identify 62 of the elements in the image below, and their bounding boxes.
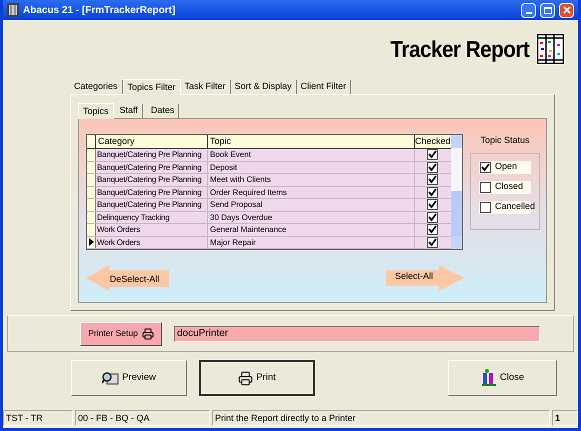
table-cell: Book Event	[208, 149, 415, 160]
current-row-icon	[88, 238, 94, 246]
checkbox[interactable]	[480, 182, 491, 192]
table-cell: 30 Days Overdue	[208, 212, 415, 223]
checkbox-label: Closed	[495, 180, 524, 194]
row-selector[interactable]	[87, 236, 96, 248]
maximize-button[interactable]	[540, 2, 555, 18]
column-header: Category	[96, 135, 208, 148]
table-cell: Major Repair	[208, 236, 415, 248]
checkbox[interactable]	[427, 199, 438, 210]
checkbox[interactable]	[427, 236, 438, 248]
table-cell: Work Orders	[96, 236, 208, 248]
table-cell: Work Orders	[96, 224, 208, 236]
table-cell: General Maintenance	[208, 224, 415, 236]
checkbox-label: Cancelled	[495, 200, 536, 214]
tab[interactable]: Topics Filter	[122, 79, 181, 95]
preview-button[interactable]: Preview	[71, 360, 187, 396]
table-cell: Banquet/Catering Pre Planning	[96, 199, 208, 210]
app-icon	[7, 3, 19, 17]
checkbox[interactable]	[427, 212, 438, 223]
table-cell: Deposit	[208, 162, 415, 173]
printer-icon	[238, 370, 254, 386]
table-cell: Delinquency Tracking	[96, 212, 208, 223]
close-button[interactable]	[559, 2, 574, 18]
printer-icon	[142, 328, 154, 340]
checkbox[interactable]	[427, 224, 438, 236]
checkbox[interactable]	[480, 202, 491, 212]
printer-field[interactable]: docuPrinter	[174, 326, 540, 342]
close-window-button[interactable]: Close	[448, 360, 557, 396]
checkbox[interactable]	[427, 149, 438, 160]
checkbox[interactable]	[427, 162, 438, 173]
table-cell: Banquet/Catering Pre Planning	[96, 149, 208, 160]
status-bar-field: 1	[552, 410, 578, 426]
print-button[interactable]: Print	[199, 360, 315, 396]
table-cell: Banquet/Catering Pre Planning	[96, 162, 208, 173]
abacus-logo	[537, 34, 564, 64]
select-all-button[interactable]: Select-All	[386, 265, 464, 291]
checkbox-label: Open	[495, 160, 518, 174]
minimize-button[interactable]	[521, 2, 536, 18]
report-title: Tracker Report	[390, 34, 529, 64]
checkbox[interactable]	[480, 162, 491, 172]
column-header: Checked	[415, 135, 451, 148]
table-cell: Banquet/Catering Pre Planning	[96, 186, 208, 198]
printer-setup-button[interactable]: Printer Setup	[80, 322, 162, 346]
status-bar-field: 00 - FB - BQ - QA	[75, 410, 210, 426]
table-cell: Send Proposal	[208, 199, 415, 210]
close-icon	[562, 6, 570, 14]
tab[interactable]: Topics	[78, 103, 114, 119]
table-cell: Meet with Clients	[208, 174, 415, 186]
window-title: Abacus 21 - [FrmTrackerReport]	[23, 4, 176, 18]
status-bar-field: Print the Report directly to a Printer	[212, 410, 550, 426]
deselect-all-button[interactable]: DeSelect-All	[86, 265, 169, 291]
column-header: Topic	[208, 135, 415, 148]
status-bar-field: TST - TR	[3, 410, 73, 426]
door-figure-icon	[480, 369, 497, 387]
scrollbar[interactable]	[450, 135, 462, 249]
table-cell: Banquet/Catering Pre Planning	[96, 174, 208, 186]
table-cell: Order Required Items	[208, 186, 415, 198]
checkbox[interactable]	[427, 174, 438, 186]
magnifier-page-icon	[102, 371, 120, 385]
group-title: Topic Status	[480, 134, 530, 147]
checkbox[interactable]	[427, 186, 438, 198]
